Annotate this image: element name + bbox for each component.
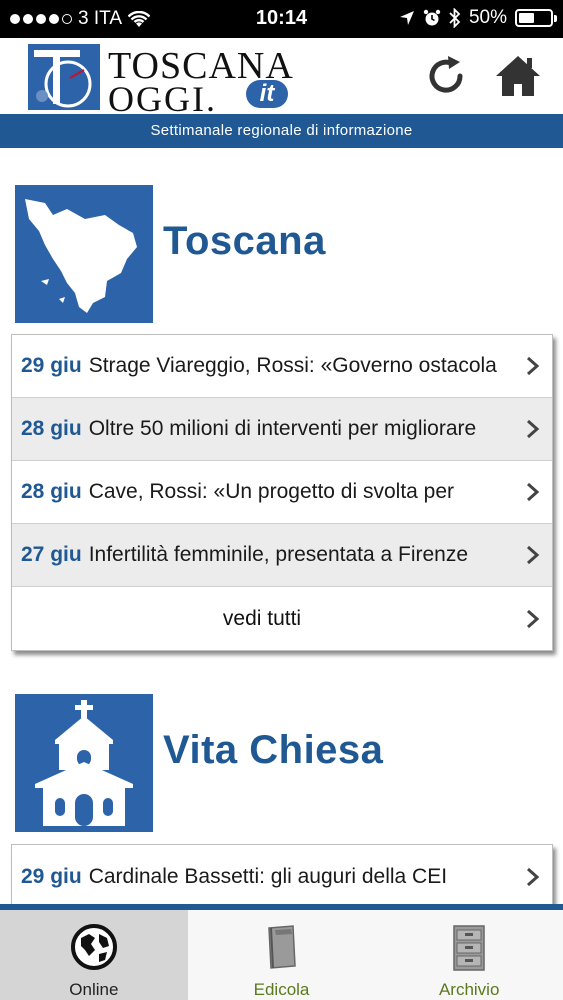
item-title: Cave, Rossi: «Un progetto di svolta per <box>88 480 455 503</box>
chevron-right-icon <box>527 482 540 502</box>
list-item[interactable]: 29 giu Strage Viareggio, Rossi: «Governo… <box>12 335 552 398</box>
tab-label: Edicola <box>253 980 310 999</box>
alarm-icon <box>423 9 441 26</box>
chevron-right-icon <box>527 419 540 439</box>
archive-cabinet-icon <box>453 925 485 971</box>
status-right: 50% <box>399 7 557 29</box>
see-all-label: vedi tutti <box>222 606 302 630</box>
section-header-toscana[interactable]: Toscana <box>15 185 555 323</box>
news-list-toscana: 29 giu Strage Viareggio, Rossi: «Governo… <box>11 334 553 651</box>
tuscany-map-icon <box>15 185 153 323</box>
logo-it-badge: it <box>246 80 288 108</box>
tab-edicola[interactable]: Edicola <box>188 910 376 1000</box>
item-title: Cardinale Bassetti: gli auguri della CEI <box>88 864 448 888</box>
newspaper-icon <box>267 925 296 969</box>
news-content[interactable]: Toscana 29 giu Strage Viareggio, Rossi: … <box>0 148 563 908</box>
tagline-banner: Settimanale regionale di informazione <box>0 114 563 148</box>
battery-percent: 50% <box>468 7 507 28</box>
tab-label: Online <box>69 980 119 999</box>
chevron-right-icon <box>527 867 540 886</box>
item-date: 29 giu <box>21 354 82 377</box>
section-title: Toscana <box>163 219 326 263</box>
logo-monogram <box>28 44 100 110</box>
globe-icon <box>70 924 117 970</box>
toscana-oggi-logo[interactable]: TOSCANA OGGI. it <box>28 42 328 119</box>
list-item[interactable]: 27 giu Infertilità femminile, presentata… <box>12 524 552 587</box>
logo-monogram-graphic <box>34 50 92 108</box>
item-title: Strage Viareggio, Rossi: «Governo ostaco… <box>88 354 497 377</box>
section-title: Vita Chiesa <box>163 728 384 772</box>
location-arrow-icon <box>399 11 414 25</box>
chevron-right-icon <box>527 609 540 628</box>
church-icon <box>15 694 153 832</box>
chevron-right-icon <box>527 356 540 376</box>
chevron-right-icon <box>527 545 540 565</box>
item-date: 27 giu <box>21 543 82 566</box>
item-title: Infertilità femminile, presentata a Fire… <box>88 543 469 566</box>
home-icon[interactable] <box>494 52 542 100</box>
list-item[interactable]: 28 giu Oltre 50 milioni di interventi pe… <box>12 398 552 461</box>
list-item[interactable]: 29 giu Cardinale Bassetti: gli auguri de… <box>12 845 552 908</box>
battery-level <box>519 13 534 23</box>
item-date: 28 giu <box>21 417 82 440</box>
refresh-icon[interactable] <box>422 52 470 100</box>
tab-label: Archivio <box>438 980 500 999</box>
item-date: 29 giu <box>21 864 82 888</box>
bluetooth-icon <box>449 8 461 28</box>
tab-online[interactable]: Online <box>0 910 188 1000</box>
news-list-vita-chiesa: 29 giu Cardinale Bassetti: gli auguri de… <box>11 844 553 908</box>
list-item[interactable]: 28 giu Cave, Rossi: «Un progetto di svol… <box>12 461 552 524</box>
section-header-vita-chiesa[interactable]: Vita Chiesa <box>15 694 555 832</box>
bottom-tab-bar: Online Edicola Archivio <box>0 904 563 1000</box>
battery-icon <box>515 9 557 27</box>
see-all-button[interactable]: vedi tutti <box>12 587 552 650</box>
item-date: 28 giu <box>21 480 82 503</box>
status-bar: 3 ITA 10:14 50% <box>0 0 563 38</box>
tab-archivio[interactable]: Archivio <box>375 910 563 1000</box>
item-title: Oltre 50 milioni di interventi per migli… <box>88 417 477 440</box>
app-header: TOSCANA OGGI. it <box>0 38 563 119</box>
